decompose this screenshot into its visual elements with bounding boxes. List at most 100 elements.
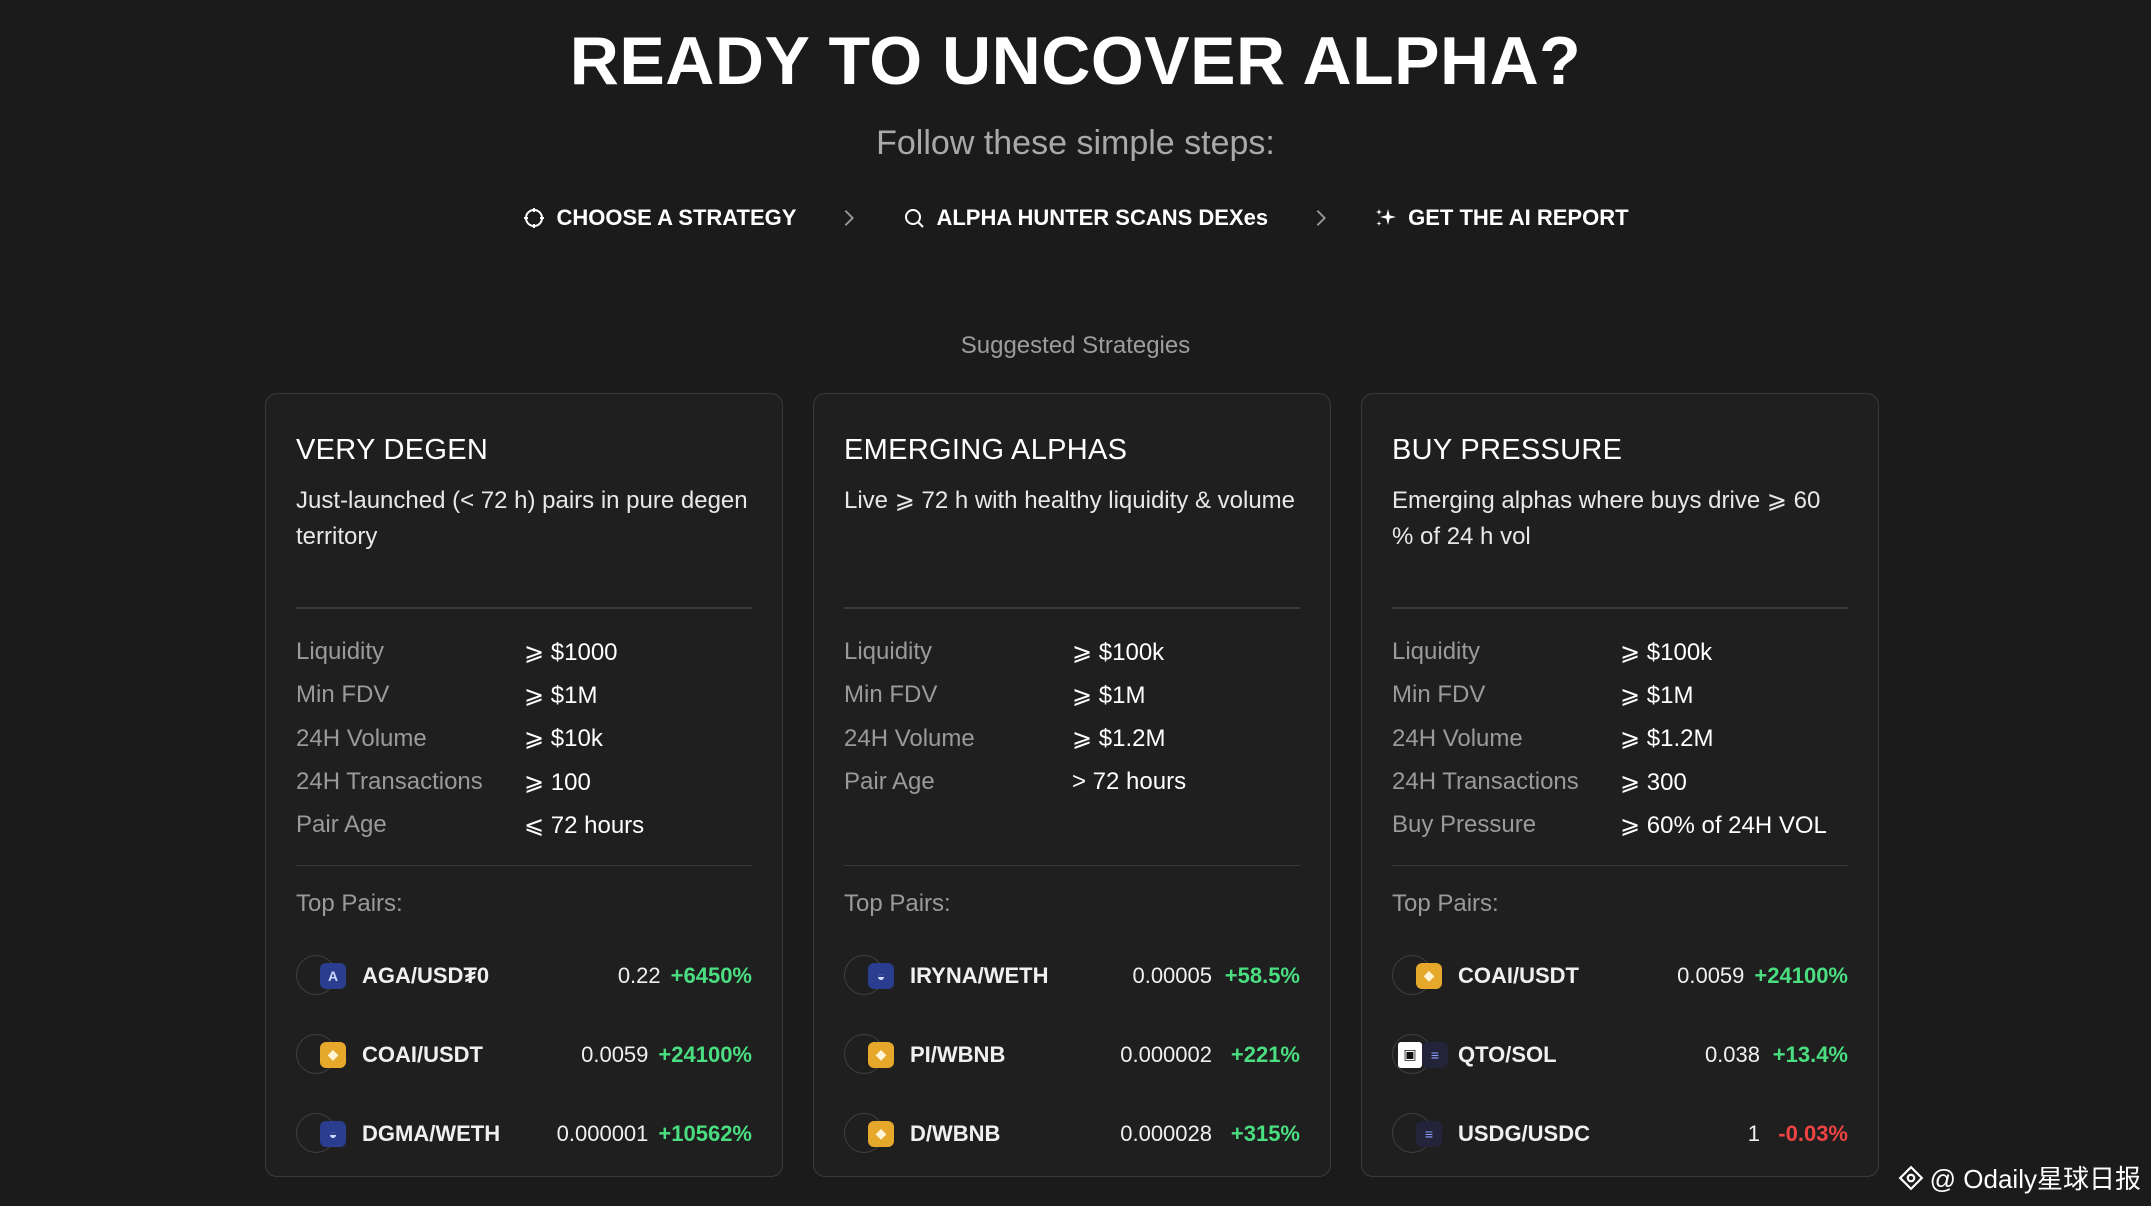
search-icon: [905, 209, 925, 228]
divider: [296, 607, 752, 609]
base-chain-icon: ◒: [844, 953, 894, 999]
criteria-list: Liquidity ⩾ $1000 Min FDV ⩾ $1M 24H Volume…: [296, 631, 752, 847]
odaily-logo-icon: [1898, 1165, 1924, 1190]
pair-row[interactable]: ◆ D/WBNB 0.000028 +315%: [844, 1094, 1300, 1173]
criteria-label: Min FDV: [1392, 681, 1486, 709]
top-pairs-list: A AGA/USD₮0 0.22 +6450% ◆ COAI/USDT 0.00…: [296, 936, 752, 1173]
card-description: Emerging alphas where buys drive ⩾ 60 % …: [1392, 487, 1821, 550]
solana-chain-icon: ▣ ≡: [1392, 1032, 1448, 1078]
pair-row[interactable]: ≡ USDG/USDC 1 -0.03%: [1392, 1094, 1848, 1173]
pair-name: COAI/USDT: [1458, 962, 1579, 988]
criteria-label: 24H Transactions: [296, 768, 483, 796]
criteria-label: 24H Volume: [1392, 724, 1523, 752]
step-choose-strategy: CHOOSE A STRATEGY: [522, 205, 796, 231]
pair-row[interactable]: ◒ IRYNA/WETH 0.00005 +58.5%: [844, 936, 1300, 1015]
criteria-value: ⩾ $1000: [524, 638, 618, 666]
top-pairs-label: Top Pairs:: [1392, 890, 1499, 917]
steps-bar: CHOOSE A STRATEGY ALPHA HUNTER SCANS DEX…: [0, 205, 2151, 231]
section-label: Suggested Strategies: [960, 332, 1191, 359]
pair-price: 0.0059: [1677, 962, 1745, 988]
card-description: Just-launched (< 72 h) pairs in pure deg…: [296, 487, 748, 550]
criteria-label: 24H Volume: [296, 724, 427, 752]
criteria-row: Pair Age > 72 hours: [844, 760, 1300, 803]
pair-name: PI/WBNB: [910, 1041, 1006, 1067]
criteria-label: Min FDV: [296, 681, 390, 709]
criteria-list: Liquidity ⩾ $100k Min FDV ⩾ $1M 24H Volume…: [1392, 631, 1848, 847]
card-title: EMERGING ALPHAS: [844, 434, 1128, 466]
strategy-cards: VERY DEGEN Just-launched (< 72 h) pairs …: [265, 393, 1879, 1177]
sparkle-icon: [1376, 209, 1397, 226]
criteria-value: ⩾ $1.2M: [1072, 725, 1166, 753]
pair-name: AGA/USD₮0: [362, 962, 490, 988]
pair-price: 0.0059: [581, 1041, 649, 1067]
card-title: VERY DEGEN: [296, 434, 489, 466]
criteria-value: ⩾ $1M: [1072, 681, 1146, 709]
divider: [296, 864, 752, 866]
pair-name: IRYNA/WETH: [910, 962, 1049, 988]
pair-price: 0.00005: [1132, 962, 1212, 988]
criteria-label: 24H Transactions: [1392, 768, 1579, 796]
criteria-value: ⩽ 72 hours: [524, 811, 645, 839]
criteria-list: Liquidity ⩾ $100k Min FDV ⩾ $1M 24H Volume…: [844, 631, 1300, 847]
divider: [844, 864, 1300, 866]
criteria-row: Liquidity ⩾ $100k: [844, 631, 1300, 674]
pair-price: 0.000001: [556, 1120, 649, 1146]
criteria-row: Liquidity ⩾ $100k: [1392, 631, 1848, 674]
criteria-row: Min FDV ⩾ $1M: [844, 674, 1300, 717]
criteria-label: Min FDV: [844, 681, 938, 709]
pair-name: COAI/USDT: [362, 1041, 483, 1067]
criteria-row: 24H Volume ⩾ $1.2M: [1392, 717, 1848, 760]
divider: [1392, 607, 1848, 609]
pair-name: USDG/USDC: [1458, 1120, 1591, 1146]
criteria-label: Liquidity: [844, 638, 933, 666]
pair-row[interactable]: A AGA/USD₮0 0.22 +6450%: [296, 936, 752, 1015]
pair-change: -0.03%: [1778, 1120, 1848, 1146]
criteria-row: Buy Pressure ⩾ 60% of 24H VOL: [1392, 804, 1848, 847]
criteria-value: ⩾ 60% of 24H VOL: [1620, 811, 1827, 839]
strategy-card-buy-pressure[interactable]: BUY PRESSURE Emerging alphas where buys …: [1361, 393, 1879, 1177]
criteria-value: ⩾ $1M: [1620, 681, 1694, 709]
criteria-value: ⩾ $10k: [524, 725, 603, 753]
pair-row[interactable]: ◆ PI/WBNB 0.000002 +221%: [844, 1015, 1300, 1094]
hero-subtitle: Follow these simple steps:: [876, 124, 1275, 162]
bnb-chain-icon: ◆: [296, 1032, 346, 1078]
watermark: @ Odaily星球日报: [1898, 1159, 2141, 1196]
strategy-card-very-degen[interactable]: VERY DEGEN Just-launched (< 72 h) pairs …: [265, 393, 783, 1177]
crosshair-icon: [524, 208, 545, 228]
pair-change: +24100%: [658, 1041, 752, 1067]
criteria-row: 24H Volume ⩾ $1.2M: [844, 717, 1300, 760]
strategy-card-emerging-alphas[interactable]: EMERGING ALPHAS Live ⩾ 72 h with healthy…: [813, 393, 1331, 1177]
agora-token-icon: A: [296, 953, 346, 999]
pair-change: +58.5%: [1224, 962, 1300, 988]
criteria-value: > 72 hours: [1072, 768, 1187, 796]
criteria-value: ⩾ $1.2M: [1620, 725, 1714, 753]
top-pairs-label: Top Pairs:: [844, 890, 951, 917]
step-label: ALPHA HUNTER SCANS DEXes: [936, 205, 1269, 230]
top-pairs-label: Top Pairs:: [296, 890, 403, 917]
pair-change: +13.4%: [1772, 1041, 1848, 1067]
hero-title: READY TO UNCOVER ALPHA?: [569, 23, 1582, 99]
criteria-value: ⩾ $1M: [524, 681, 598, 709]
top-pairs-list: ◆ COAI/USDT 0.0059 +24100% ▣ ≡ QTO/SOL 0.…: [1392, 936, 1848, 1173]
pair-row[interactable]: ◒ DGMA/WETH 0.000001 +10562%: [296, 1094, 752, 1173]
criteria-value: ⩾ 100: [524, 768, 591, 796]
criteria-value: ⩾ 300: [1620, 768, 1687, 796]
base-chain-icon: ◒: [296, 1111, 346, 1157]
criteria-label: Pair Age: [296, 811, 387, 839]
pair-row[interactable]: ◆ COAI/USDT 0.0059 +24100%: [296, 1015, 752, 1094]
criteria-row: Liquidity ⩾ $1000: [296, 631, 752, 674]
pair-row[interactable]: ▣ ≡ QTO/SOL 0.038 +13.4%: [1392, 1015, 1848, 1094]
criteria-label: Liquidity: [296, 638, 385, 666]
pair-row[interactable]: ◆ COAI/USDT 0.0059 +24100%: [1392, 936, 1848, 1015]
criteria-row: 24H Transactions ⩾ 100: [296, 760, 752, 803]
solana-chain-icon: ≡: [1392, 1111, 1442, 1157]
pair-change: +6450%: [670, 962, 752, 988]
criteria-label: 24H Volume: [844, 724, 975, 752]
criteria-label: Liquidity: [1392, 638, 1481, 666]
chevron-right-icon: [845, 210, 855, 226]
criteria-row: Min FDV ⩾ $1M: [1392, 674, 1848, 717]
bnb-chain-icon: ◆: [1392, 953, 1442, 999]
step-label: GET THE AI REPORT: [1408, 205, 1629, 230]
divider: [1392, 864, 1848, 866]
criteria-row: 24H Volume ⩾ $10k: [296, 717, 752, 760]
